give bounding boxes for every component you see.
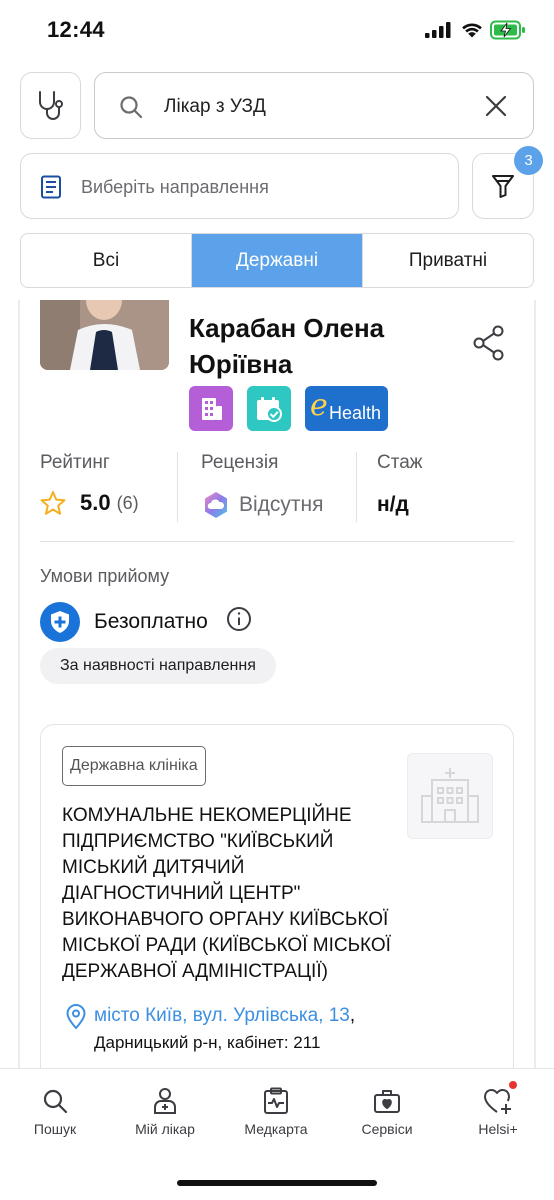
share-icon[interactable] (472, 325, 506, 361)
clinic-badge[interactable] (189, 386, 233, 431)
heart-plus-icon (483, 1088, 511, 1114)
review-stat[interactable]: Рецензія Відсутня (201, 452, 324, 520)
tab-all[interactable]: Всі (21, 234, 192, 287)
referral-select[interactable]: Виберіть направлення (20, 153, 459, 219)
status-bar: 12:44 (0, 0, 554, 62)
nav-services[interactable]: Сервіси (337, 1087, 437, 1137)
clinic-address-detail: Дарницький р-н, кабінет: 211 (94, 1033, 321, 1052)
nav-helsi-plus[interactable]: Helsi+ (448, 1081, 548, 1137)
info-icon[interactable] (226, 606, 252, 632)
nav-helsi-plus-label: Helsi+ (478, 1121, 518, 1137)
divider (177, 452, 178, 522)
search-icon (43, 1089, 68, 1114)
card-border (534, 300, 536, 1068)
doctor-icon (154, 1088, 176, 1114)
address-comma: , (349, 1005, 356, 1026)
search-input[interactable]: Лікар з УЗД (94, 72, 534, 139)
nav-my-doctor-label: Мій лікар (135, 1121, 195, 1137)
medical-card-icon (264, 1087, 288, 1114)
doctor-mode-button[interactable] (20, 72, 81, 139)
nav-my-doctor[interactable]: Мій лікар (115, 1087, 215, 1137)
rating-count: (6) (116, 492, 139, 513)
free-service-badge (40, 602, 80, 642)
clinic-address-link[interactable]: місто Київ, вул. Урлівська, 13 (94, 1005, 350, 1026)
stethoscope-icon (38, 90, 63, 120)
nav-search[interactable]: Пошук (5, 1087, 105, 1137)
clinic-name[interactable]: КОМУНАЛЬНЕ НЕКОМЕРЦІЙНЕ ПІДПРИЄМСТВО "КИ… (62, 803, 402, 985)
close-icon[interactable] (485, 95, 507, 117)
clinic-type-tag: Державна клініка (62, 746, 206, 786)
location-pin-icon (66, 1004, 86, 1030)
divider (356, 452, 357, 522)
clinic-type-tabs: Всі Державні Приватні (20, 233, 534, 288)
doctor-photo[interactable] (40, 300, 169, 370)
experience-value: н/д (377, 493, 409, 516)
doctor-list[interactable]: Карабан Олена Юріївна e Health Рейтинг 5… (0, 300, 554, 1068)
filter-icon (492, 175, 514, 198)
doctor-stats: Рейтинг 5.0 (6) Рецензія Відсутня Стаж н… (40, 452, 514, 522)
rating-stat[interactable]: Рейтинг 5.0 (6) (40, 452, 139, 516)
tab-state[interactable]: Державні (192, 234, 363, 287)
nav-medical-card-label: Медкарта (244, 1121, 308, 1137)
review-cloud-icon (205, 492, 227, 518)
referral-placeholder: Виберіть направлення (81, 177, 269, 197)
screen: 12:44 Лікар з УЗД Виберіть направлення 3… (0, 0, 554, 1200)
ehealth-logo-letter: e (310, 388, 328, 423)
medkit-icon (374, 1090, 400, 1113)
cellular-signal-icon (425, 22, 451, 38)
doctor-name[interactable]: Карабан Олена Юріївна (189, 310, 449, 382)
rating-value: 5.0 (80, 490, 111, 515)
experience-stat: Стаж н/д (377, 452, 423, 520)
shield-plus-icon (51, 611, 69, 633)
referral-required-chip: За наявності направлення (40, 648, 276, 684)
experience-label: Стаж (377, 452, 423, 473)
payment-type: Безоплатно (94, 610, 208, 633)
clinic-image-placeholder (407, 753, 493, 839)
battery-charging-icon (490, 20, 525, 40)
doctor-badges: e Health (189, 386, 388, 431)
clinic-badge-icon (202, 397, 222, 420)
clinic-card[interactable]: Державна клініка КОМУНАЛЬНЕ НЕКОМЕРЦІЙНЕ… (40, 724, 514, 1068)
review-value: Відсутня (239, 493, 324, 516)
rating-label: Рейтинг (40, 452, 110, 473)
ehealth-logo-text: Health (329, 403, 382, 423)
status-time: 12:44 (47, 17, 105, 42)
home-indicator (177, 1180, 377, 1186)
nav-services-label: Сервіси (361, 1121, 413, 1137)
notification-dot (509, 1081, 517, 1089)
online-booking-badge[interactable] (247, 386, 291, 431)
search-query: Лікар з УЗД (164, 96, 266, 117)
doctor-avatar-image (40, 300, 169, 370)
conditions-title: Умови прийому (40, 566, 170, 586)
search-icon (120, 96, 143, 119)
clinic-address-line: місто Київ, вул. Урлівська, 13, (94, 1005, 355, 1027)
section-divider (40, 541, 514, 542)
document-icon (41, 175, 61, 199)
star-icon (40, 491, 66, 515)
calendar-check-icon (257, 396, 282, 422)
ehealth-badge[interactable]: e Health (305, 386, 388, 431)
nav-medical-card[interactable]: Медкарта (226, 1087, 326, 1137)
wifi-icon (462, 23, 482, 38)
filter-count-badge: 3 (514, 146, 543, 175)
tab-private[interactable]: Приватні (363, 234, 533, 287)
review-label: Рецензія (201, 452, 279, 473)
hospital-building-icon (421, 768, 479, 823)
card-border (18, 300, 20, 1068)
nav-search-label: Пошук (33, 1121, 77, 1137)
